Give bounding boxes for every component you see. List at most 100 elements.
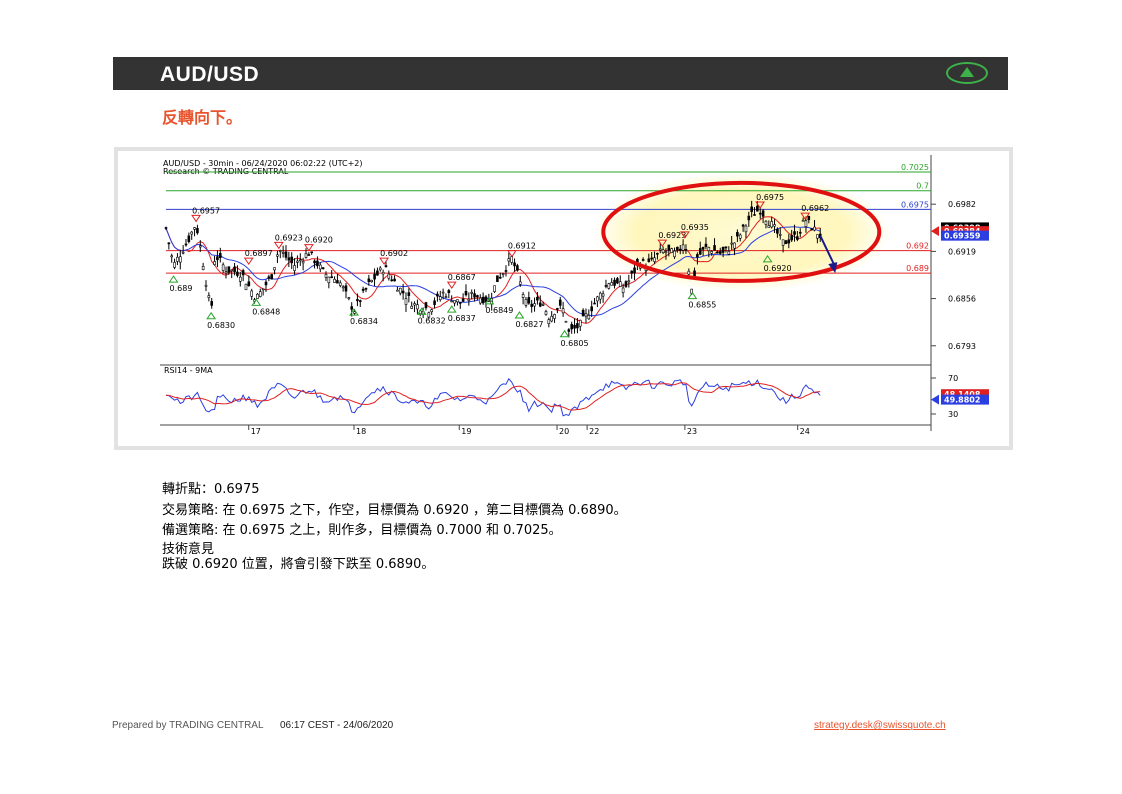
candle-body <box>558 299 562 306</box>
candle-body <box>456 299 459 303</box>
swing-low-marker <box>206 311 217 320</box>
candle-body <box>381 271 385 275</box>
candle-body <box>641 259 645 261</box>
candle-body <box>598 292 602 300</box>
candle-body <box>781 239 785 246</box>
candle-body <box>390 279 393 282</box>
candle-body <box>790 235 793 241</box>
candle-body <box>224 271 228 274</box>
swing-low-marker <box>416 307 427 315</box>
page-title: AUD/USD <box>160 63 260 86</box>
candle-body <box>696 254 699 258</box>
candle-body <box>267 276 271 279</box>
candle-body <box>613 279 616 286</box>
candle-body <box>333 278 336 283</box>
candle-body <box>610 282 613 286</box>
outlook-subtitle: 反轉向下。 <box>162 108 243 127</box>
candle-body <box>730 242 733 245</box>
candle-body <box>413 303 416 306</box>
level-label: 0.7 <box>916 182 929 191</box>
candle-body <box>393 278 396 282</box>
swing-high-label: 0.6975 <box>756 193 784 202</box>
analysis-text: 轉折點：0.6975 交易策略: 在 0.6975 之下，作空，目標價為 0.6… <box>162 480 627 572</box>
candle-body <box>341 286 345 289</box>
candle-body <box>673 250 676 258</box>
candle-body <box>507 258 511 262</box>
candle-body <box>170 255 174 258</box>
candle-body <box>667 244 671 251</box>
y-tick-label: 0.6919 <box>948 247 976 256</box>
candle-body <box>184 243 188 246</box>
swing-low-label: 0.6830 <box>207 321 235 330</box>
candle-body <box>787 239 791 244</box>
footer-prepared: Prepared by TRADING CENTRAL 06:17 CEST -… <box>112 720 393 731</box>
candle-body <box>187 235 191 243</box>
candle-body <box>801 219 805 222</box>
candle-body <box>444 296 448 298</box>
candle-body <box>687 270 691 275</box>
candle-body <box>596 296 599 302</box>
candle-body <box>570 324 573 330</box>
candle-body <box>396 289 399 292</box>
candle-body <box>656 252 659 255</box>
swing-low-marker <box>687 291 698 300</box>
swing-high-label: 0.6957 <box>192 206 220 215</box>
candle-body <box>510 256 513 263</box>
candle-body <box>327 276 331 284</box>
candle-body <box>684 249 688 251</box>
rsi-tag-label: 49.8802 <box>944 396 980 405</box>
swing-low-marker <box>446 305 457 313</box>
candle-body <box>813 226 816 231</box>
candle-body <box>464 291 468 296</box>
swing-high-label: 0.6867 <box>448 273 476 282</box>
candle-body <box>301 261 305 264</box>
candle-body <box>498 276 502 279</box>
price-chart: AUD/USD - 30min - 06/24/2020 06:02:22 (U… <box>159 155 989 436</box>
candle-body <box>473 293 476 298</box>
candle-body <box>370 280 373 282</box>
candle-body <box>384 265 388 268</box>
swing-high-label: 0.6935 <box>681 223 709 232</box>
level-label: 0.692 <box>906 242 929 251</box>
x-tick-label: 22 <box>589 427 599 436</box>
rsi-tick-label: 30 <box>948 410 958 419</box>
candle-body <box>233 267 236 273</box>
candle-body <box>304 252 308 258</box>
candle-body <box>593 302 596 305</box>
candle-body <box>167 242 171 245</box>
candle-body <box>258 291 262 297</box>
up-triangle-icon[interactable] <box>946 62 988 84</box>
candle-body <box>770 221 773 228</box>
candle-body <box>764 220 768 225</box>
candle-body <box>476 295 479 298</box>
swing-high-marker <box>446 281 457 289</box>
candle-body <box>538 302 542 307</box>
candle-body <box>247 281 251 287</box>
candle-body <box>527 297 531 304</box>
x-tick-label: 24 <box>800 427 810 436</box>
candle-body <box>310 251 314 254</box>
candle-body <box>810 228 813 231</box>
candle-body <box>744 225 748 233</box>
candle-body <box>164 227 168 229</box>
y-tick-label: 0.6982 <box>948 200 976 209</box>
level-label: 0.6975 <box>901 200 929 209</box>
candle-body <box>530 303 533 307</box>
candle-body <box>556 308 559 310</box>
candle-body <box>618 281 622 287</box>
candle-body <box>296 260 299 263</box>
candle-body <box>670 248 673 253</box>
candle-body <box>347 297 351 299</box>
swing-high-marker <box>191 214 202 223</box>
contact-email-link[interactable]: strategy.desk@swissquote.ch <box>814 720 946 731</box>
candle-body <box>244 283 248 291</box>
candle-body <box>567 329 571 332</box>
swing-high-label: 0.6962 <box>801 204 829 213</box>
candle-body <box>710 251 713 254</box>
candle-body <box>467 298 471 301</box>
candle-body <box>364 288 368 290</box>
candle-body <box>773 224 776 227</box>
candle-body <box>256 293 259 299</box>
header-bar: AUD/USD <box>113 57 1008 90</box>
candle-body <box>361 288 365 291</box>
